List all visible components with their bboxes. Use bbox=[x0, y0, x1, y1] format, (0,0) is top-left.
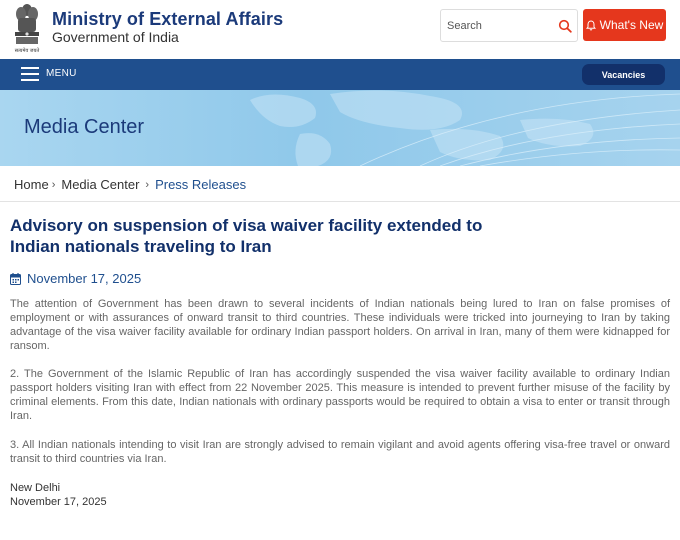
vacancies-button[interactable]: Vacancies bbox=[582, 64, 665, 85]
breadcrumb-separator: › bbox=[145, 178, 150, 191]
search-input[interactable] bbox=[447, 16, 547, 36]
article-paragraph-1: The attention of Government has been dra… bbox=[10, 298, 670, 352]
article-signoff: New Delhi November 17, 2025 bbox=[10, 481, 107, 509]
breadcrumb: Home › Media Center › Press Releases bbox=[14, 177, 246, 192]
main-navbar: MENU Vacancies bbox=[0, 59, 680, 90]
breadcrumb-press-releases[interactable]: Press Releases bbox=[155, 177, 246, 192]
calendar-icon bbox=[10, 272, 21, 285]
search-icon[interactable] bbox=[558, 19, 572, 33]
article-date-row: November 17, 2025 bbox=[10, 271, 141, 286]
menu-button[interactable]: MENU bbox=[46, 68, 77, 79]
search-box[interactable] bbox=[440, 9, 578, 42]
site-subtitle: Government of India bbox=[52, 29, 179, 45]
signoff-date: November 17, 2025 bbox=[10, 496, 107, 508]
breadcrumb-separator: › bbox=[51, 178, 56, 191]
site-header: सत्यमेव जयते Ministry of External Affair… bbox=[0, 0, 680, 59]
emblem-caption: सत्यमेव जयते bbox=[15, 47, 40, 54]
whats-new-label: What's New bbox=[599, 18, 664, 32]
breadcrumb-home[interactable]: Home bbox=[14, 177, 49, 192]
whats-new-button[interactable]: What's New bbox=[583, 9, 666, 41]
article-paragraph-3: 3. All Indian nationals intending to vis… bbox=[10, 439, 670, 465]
divider bbox=[0, 201, 680, 202]
article-paragraph-2: 2. The Government of the Islamic Republi… bbox=[10, 368, 670, 422]
bell-icon bbox=[585, 19, 596, 30]
article-title: Advisory on suspension of visa waiver fa… bbox=[10, 216, 483, 256]
national-emblem-icon[interactable]: सत्यमेव जयते bbox=[10, 2, 44, 54]
hamburger-icon[interactable] bbox=[21, 67, 39, 81]
signoff-place: New Delhi bbox=[10, 482, 61, 494]
banner-title: Media Center bbox=[24, 116, 145, 138]
breadcrumb-media-center[interactable]: Media Center bbox=[61, 177, 139, 192]
site-title[interactable]: Ministry of External Affairs bbox=[52, 9, 283, 30]
article-date: November 17, 2025 bbox=[27, 271, 142, 286]
page-banner: Media Center bbox=[0, 90, 680, 166]
